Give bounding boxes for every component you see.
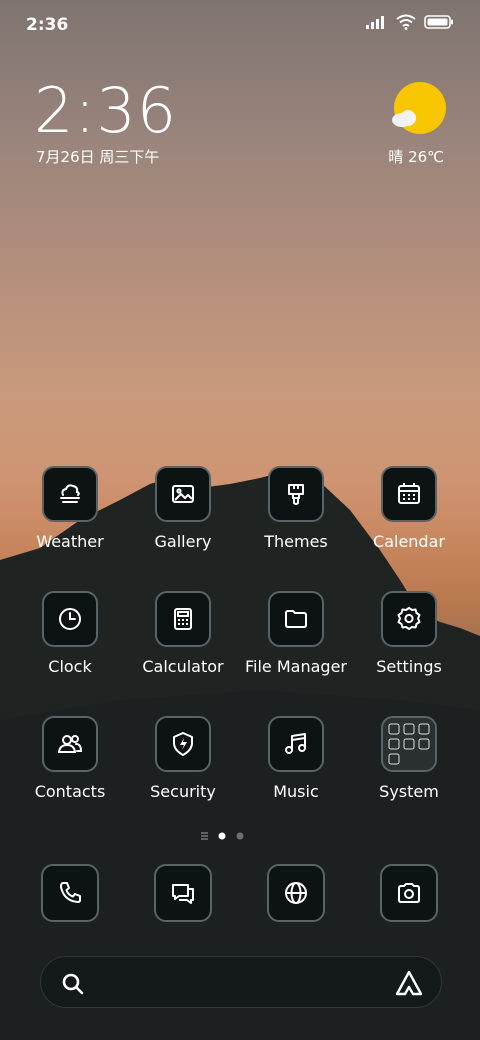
app-calendar[interactable]: Calendar bbox=[353, 466, 465, 551]
dock-messages[interactable] bbox=[154, 864, 212, 922]
dock-camera[interactable] bbox=[380, 864, 438, 922]
app-label: Calendar bbox=[373, 532, 445, 551]
app-label: Gallery bbox=[154, 532, 212, 551]
menu-lines-icon bbox=[201, 832, 208, 840]
messages-icon bbox=[172, 884, 194, 904]
app-calculator[interactable]: Calculator bbox=[127, 591, 239, 676]
app-themes[interactable]: Themes bbox=[240, 466, 352, 551]
app-security[interactable]: Security bbox=[127, 716, 239, 801]
app-system-folder[interactable]: System bbox=[353, 716, 465, 801]
clock-icon bbox=[42, 591, 98, 647]
app-music[interactable]: Music bbox=[240, 716, 352, 801]
weather-summary: 晴 26℃ bbox=[388, 148, 444, 166]
app-file-manager[interactable]: File Manager bbox=[240, 591, 352, 676]
contacts-icon bbox=[42, 716, 98, 772]
app-settings[interactable]: Settings bbox=[353, 591, 465, 676]
app-label: Settings bbox=[376, 657, 442, 676]
search-icon bbox=[62, 973, 84, 995]
dock-browser[interactable] bbox=[267, 864, 325, 922]
page-dot-active bbox=[218, 832, 226, 840]
themes-brush-icon bbox=[268, 466, 324, 522]
assistant-icon[interactable] bbox=[395, 970, 423, 996]
app-label: Contacts bbox=[34, 782, 106, 801]
app-label: System bbox=[379, 782, 439, 801]
app-label: Calculator bbox=[142, 657, 224, 676]
app-contacts[interactable]: Contacts bbox=[14, 716, 126, 801]
calendar-icon bbox=[381, 466, 437, 522]
app-label: Weather bbox=[36, 532, 104, 551]
phone-icon bbox=[60, 882, 81, 903]
camera-icon bbox=[398, 883, 420, 903]
folder-icon bbox=[268, 591, 324, 647]
folder-grid-icon bbox=[381, 716, 437, 772]
battery-icon bbox=[424, 15, 453, 29]
browser-icon bbox=[285, 882, 307, 904]
signal-icon bbox=[366, 16, 384, 29]
status-icons bbox=[366, 14, 454, 30]
gallery-app-icon bbox=[155, 466, 211, 522]
app-label: Security bbox=[150, 782, 216, 801]
shield-icon bbox=[155, 716, 211, 772]
calculator-icon bbox=[155, 591, 211, 647]
page-indicator[interactable] bbox=[200, 830, 280, 842]
page-dot bbox=[236, 832, 244, 840]
gear-icon bbox=[381, 591, 437, 647]
search-bar[interactable] bbox=[40, 956, 442, 1008]
lock-clock-date: 7月26日 周三下午 bbox=[36, 148, 160, 166]
weather-app-icon bbox=[42, 466, 98, 522]
music-note-icon bbox=[268, 716, 324, 772]
app-gallery[interactable]: Gallery bbox=[127, 466, 239, 551]
lock-clock-time[interactable]: 2:36 bbox=[34, 74, 177, 147]
dock-phone[interactable] bbox=[41, 864, 99, 922]
app-label: Music bbox=[273, 782, 319, 801]
app-label: File Manager bbox=[245, 657, 347, 676]
status-bar: 2:36 bbox=[0, 0, 480, 50]
app-clock[interactable]: Clock bbox=[14, 591, 126, 676]
app-weather[interactable]: Weather bbox=[14, 466, 126, 551]
status-time: 2:36 bbox=[26, 15, 69, 35]
app-label: Clock bbox=[48, 657, 92, 676]
app-label: Themes bbox=[264, 532, 328, 551]
wifi-icon bbox=[396, 14, 416, 30]
